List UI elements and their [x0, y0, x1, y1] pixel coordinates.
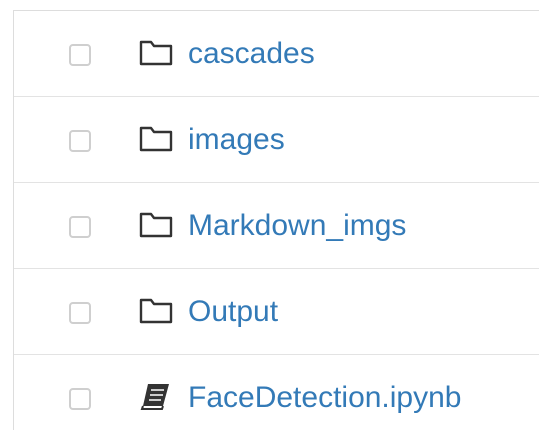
- select-checkbox[interactable]: [69, 130, 91, 152]
- list-item[interactable]: cascades: [14, 11, 539, 97]
- list-item[interactable]: images: [14, 97, 539, 183]
- select-checkbox[interactable]: [69, 44, 91, 66]
- item-link[interactable]: Output: [188, 292, 278, 332]
- list-item[interactable]: FaceDetection.ipynb: [14, 355, 539, 431]
- notebook-icon: [140, 384, 169, 410]
- list-item[interactable]: Output: [14, 269, 539, 355]
- select-checkbox[interactable]: [69, 216, 91, 238]
- select-checkbox[interactable]: [69, 302, 91, 324]
- item-link[interactable]: Markdown_imgs: [188, 206, 406, 246]
- item-link[interactable]: FaceDetection.ipynb: [188, 378, 462, 418]
- folder-icon: [139, 40, 173, 66]
- list-item[interactable]: Markdown_imgs: [14, 183, 539, 269]
- folder-icon: [139, 126, 173, 152]
- item-link[interactable]: images: [188, 120, 285, 160]
- select-checkbox[interactable]: [69, 388, 91, 410]
- folder-icon: [139, 298, 173, 324]
- file-list: cascades images Markdown_imgs Output Fac…: [13, 10, 539, 430]
- folder-icon: [139, 212, 173, 238]
- item-link[interactable]: cascades: [188, 34, 315, 74]
